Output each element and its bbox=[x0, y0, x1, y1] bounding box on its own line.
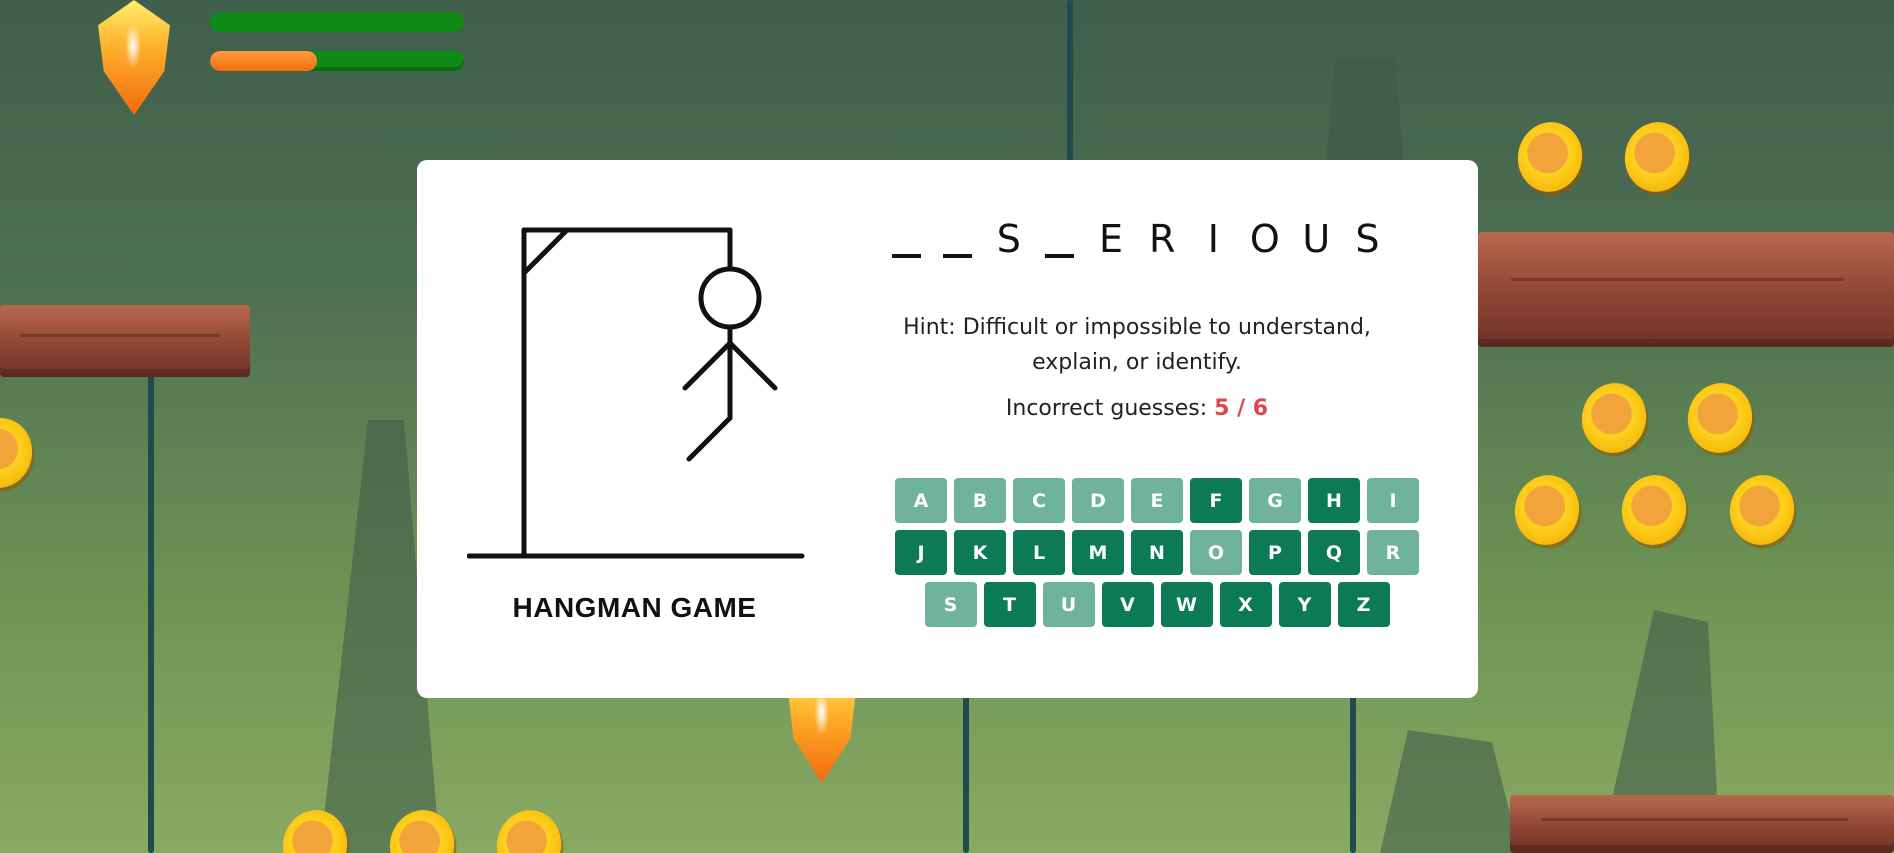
key-x[interactable]: X bbox=[1219, 582, 1272, 627]
energy-bar-fill bbox=[210, 51, 317, 71]
coin-icon bbox=[1575, 377, 1653, 459]
hangman-head bbox=[698, 266, 762, 330]
word-letter: R bbox=[1148, 217, 1176, 261]
key-s[interactable]: S bbox=[924, 582, 977, 627]
key-c[interactable]: C bbox=[1013, 478, 1065, 523]
incorrect-guesses: Incorrect guesses: 5 / 6 bbox=[892, 396, 1382, 421]
key-a[interactable]: A bbox=[895, 478, 947, 523]
key-r[interactable]: R bbox=[1367, 530, 1419, 575]
key-z[interactable]: Z bbox=[1337, 582, 1390, 627]
key-p[interactable]: P bbox=[1249, 530, 1301, 575]
word-letter-blank bbox=[891, 218, 922, 258]
vine-rope bbox=[1350, 690, 1356, 853]
hangman-right-arm bbox=[727, 340, 778, 391]
wooden-platform bbox=[1478, 232, 1894, 347]
wooden-platform bbox=[1510, 795, 1894, 853]
coin-icon bbox=[0, 412, 39, 494]
letter-keyboard: ABCDEFGHI JKLMNOPQR STUVWXYZ bbox=[892, 478, 1422, 627]
hint-content: Difficult or impossible to understand, e… bbox=[962, 315, 1371, 375]
incorrect-guesses-count: 5 / 6 bbox=[1214, 396, 1269, 421]
coin-icon bbox=[1615, 469, 1693, 551]
key-u[interactable]: U bbox=[1042, 582, 1095, 627]
health-bar-fill bbox=[210, 12, 464, 32]
word-letter: O bbox=[1249, 217, 1280, 261]
word-letter: E bbox=[1099, 217, 1124, 261]
word-letter-blank bbox=[943, 218, 973, 258]
incorrect-guesses-label: Incorrect guesses: bbox=[1005, 396, 1208, 421]
key-h[interactable]: H bbox=[1308, 478, 1360, 523]
key-b[interactable]: B bbox=[954, 478, 1006, 523]
hangman-card: HANGMAN GAME SERIOUS Hint: Difficult or … bbox=[417, 160, 1478, 698]
key-f[interactable]: F bbox=[1190, 478, 1242, 523]
game-title: HANGMAN GAME bbox=[512, 592, 757, 623]
gem-icon bbox=[98, 0, 170, 115]
key-l[interactable]: L bbox=[1013, 530, 1065, 575]
coin-icon bbox=[490, 804, 568, 853]
word-letter-blank bbox=[1045, 218, 1075, 258]
key-d[interactable]: D bbox=[1072, 478, 1124, 523]
key-m[interactable]: M bbox=[1072, 530, 1124, 575]
key-j[interactable]: J bbox=[895, 530, 947, 575]
coin-icon bbox=[1723, 469, 1801, 551]
energy-bar bbox=[210, 51, 464, 71]
coin-icon bbox=[1511, 116, 1589, 198]
word-letter: I bbox=[1207, 217, 1219, 261]
key-o[interactable]: O bbox=[1190, 530, 1242, 575]
vine-rope bbox=[963, 690, 969, 853]
coin-icon bbox=[1618, 116, 1696, 198]
wooden-platform bbox=[0, 305, 250, 377]
hangman-drawing bbox=[467, 227, 805, 559]
hangman-left-leg bbox=[686, 415, 733, 462]
key-e[interactable]: E bbox=[1131, 478, 1183, 523]
vine-rope bbox=[1067, 0, 1073, 165]
hangman-left-arm bbox=[682, 340, 733, 391]
word-display: SERIOUS bbox=[891, 202, 1382, 261]
health-bar bbox=[210, 12, 464, 32]
hint-label: Hint: bbox=[903, 315, 956, 340]
background-rock bbox=[1380, 730, 1520, 853]
key-t[interactable]: T bbox=[983, 582, 1036, 627]
key-n[interactable]: N bbox=[1131, 530, 1183, 575]
key-k[interactable]: K bbox=[954, 530, 1006, 575]
key-v[interactable]: V bbox=[1101, 582, 1154, 627]
vine-rope bbox=[148, 375, 154, 853]
word-panel: SERIOUS Hint: Difficult or impossible to… bbox=[891, 202, 1382, 421]
word-letter: U bbox=[1302, 217, 1331, 261]
hint-text: Hint: Difficult or impossible to underst… bbox=[892, 310, 1382, 380]
word-letter: S bbox=[1355, 217, 1380, 261]
key-q[interactable]: Q bbox=[1308, 530, 1360, 575]
key-i[interactable]: I bbox=[1367, 478, 1419, 523]
coin-icon bbox=[1681, 377, 1759, 459]
gallows-brace bbox=[521, 227, 570, 276]
key-g[interactable]: G bbox=[1249, 478, 1301, 523]
word-letter: S bbox=[996, 217, 1021, 261]
key-w[interactable]: W bbox=[1160, 582, 1213, 627]
coin-icon bbox=[1508, 469, 1586, 551]
key-y[interactable]: Y bbox=[1278, 582, 1331, 627]
